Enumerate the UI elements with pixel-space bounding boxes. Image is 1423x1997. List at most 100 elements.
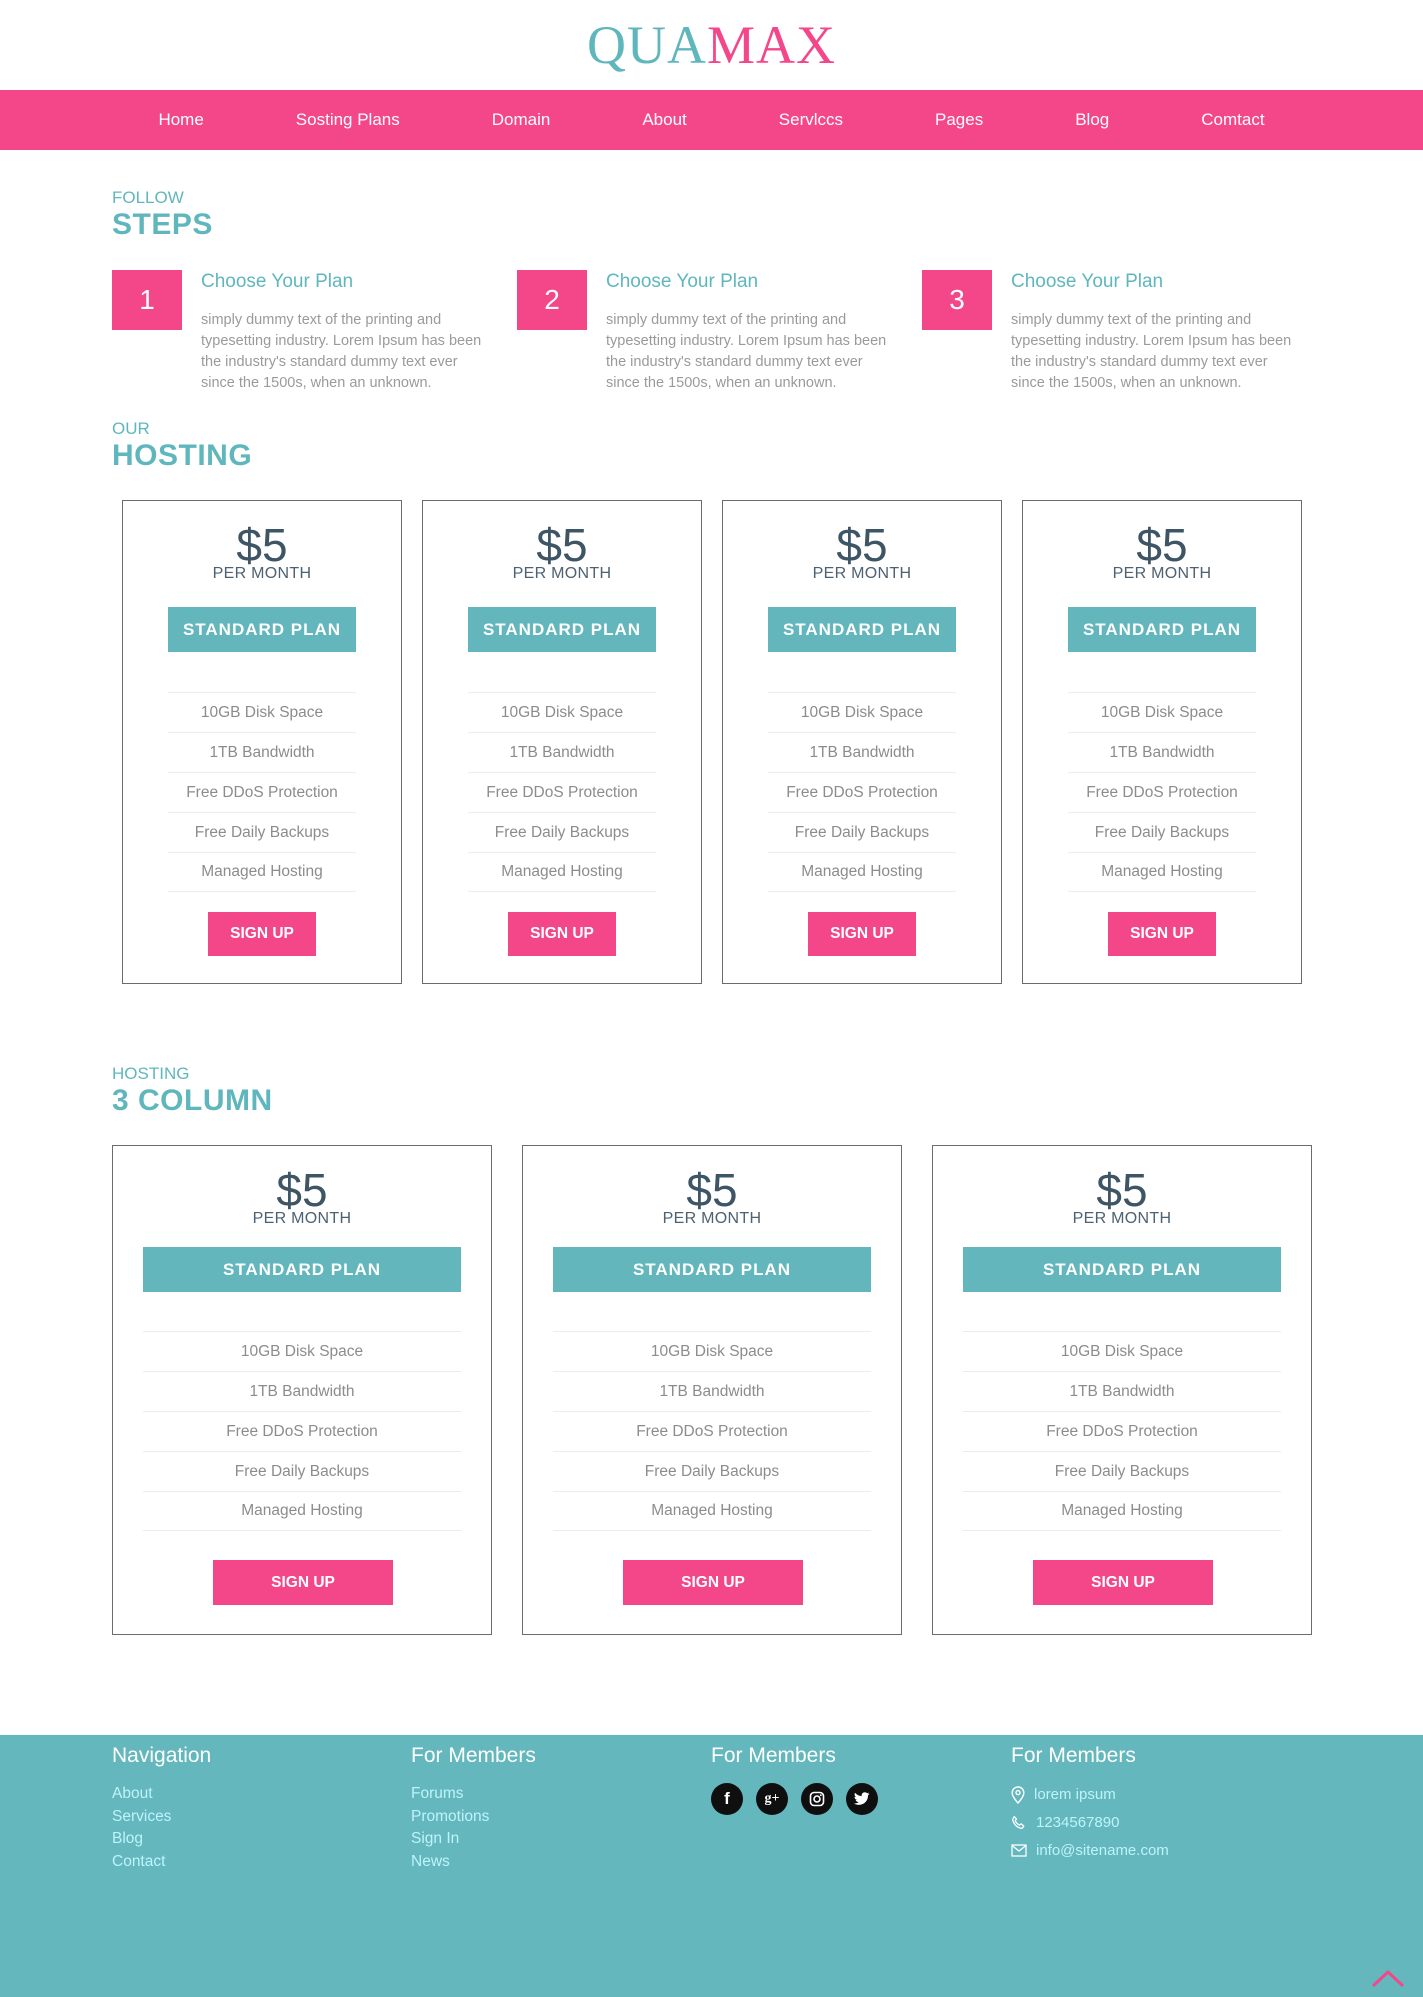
plan-period: PER MONTH: [812, 565, 912, 582]
feature-item: 10GB Disk Space: [143, 1331, 461, 1371]
footer-link-news[interactable]: News: [411, 1851, 536, 1874]
feature-item: 1TB Bandwidth: [963, 1371, 1281, 1411]
main-nav: Home Sosting Plans Domain About Servlccs…: [0, 90, 1423, 150]
twitter-icon[interactable]: [846, 1783, 878, 1815]
step-description: simply dummy text of the printing and ty…: [1011, 312, 1292, 391]
feature-item: Managed Hosting: [1068, 852, 1256, 892]
footer-link-services[interactable]: Services: [112, 1806, 211, 1829]
feature-item: 10GB Disk Space: [963, 1331, 1281, 1371]
nav-item-services[interactable]: Servlccs: [733, 110, 889, 130]
plan-period: PER MONTH: [512, 565, 612, 582]
sign-up-button[interactable]: SIGN UP: [1033, 1560, 1213, 1605]
feature-item: Free Daily Backups: [1068, 812, 1256, 852]
contact-phone-text: 1234567890: [1036, 1814, 1120, 1831]
contact-email-text[interactable]: info@sitename.com: [1036, 1842, 1169, 1859]
scroll-to-top-icon[interactable]: [1371, 1967, 1405, 1989]
step-number-badge: 1: [112, 270, 182, 330]
hosting-title: HOSTING: [112, 439, 253, 472]
feature-list: 10GB Disk Space 1TB Bandwidth Free DDoS …: [553, 1331, 871, 1531]
plan-name-button[interactable]: STANDARD PLAN: [143, 1247, 461, 1292]
feature-item: Free DDoS Protection: [768, 772, 956, 812]
contact-address-text: lorem ipsum: [1034, 1786, 1116, 1803]
nav-item-hosting-plans[interactable]: Sosting Plans: [250, 110, 446, 130]
plan-price: $5: [536, 519, 588, 571]
step-number-badge: 3: [922, 270, 992, 330]
feature-item: Managed Hosting: [143, 1491, 461, 1531]
logo-text-teal: QUA: [586, 15, 707, 75]
instagram-icon[interactable]: [801, 1783, 833, 1815]
sign-up-button[interactable]: SIGN UP: [508, 912, 616, 956]
nav-item-blog[interactable]: Blog: [1029, 110, 1155, 130]
sign-up-button[interactable]: SIGN UP: [623, 1560, 803, 1605]
map-pin-icon: [1011, 1785, 1025, 1804]
feature-item: Free Daily Backups: [468, 812, 656, 852]
google-plus-icon[interactable]: g+: [756, 1783, 788, 1815]
plan-name-button[interactable]: STANDARD PLAN: [168, 607, 356, 652]
plan-period: PER MONTH: [1112, 565, 1212, 582]
feature-item: 1TB Bandwidth: [1068, 732, 1256, 772]
feature-list: 10GB Disk Space 1TB Bandwidth Free DDoS …: [768, 692, 956, 892]
feature-item: Free DDoS Protection: [1068, 772, 1256, 812]
plan-price: $5: [1096, 1164, 1148, 1216]
nav-item-about[interactable]: About: [596, 110, 732, 130]
steps-title: STEPS: [112, 208, 213, 241]
feature-item: Managed Hosting: [468, 852, 656, 892]
footer-link-contact[interactable]: Contact: [112, 1851, 211, 1874]
plan-period: PER MONTH: [662, 1210, 762, 1227]
feature-item: 1TB Bandwidth: [143, 1371, 461, 1411]
logo-text-pink: MAX: [706, 15, 836, 75]
feature-item: Free DDoS Protection: [963, 1411, 1281, 1451]
nav-item-domain[interactable]: Domain: [446, 110, 597, 130]
pricing-card: $5 PER MONTH STANDARD PLAN 10GB Disk Spa…: [122, 500, 402, 984]
plan-name-button[interactable]: STANDARD PLAN: [768, 607, 956, 652]
feature-item: 1TB Bandwidth: [553, 1371, 871, 1411]
plan-price: $5: [836, 519, 888, 571]
phone-icon: [1011, 1815, 1025, 1829]
pricing-card: $5 PER MONTH STANDARD PLAN 10GB Disk Spa…: [932, 1145, 1312, 1635]
footer-social-column: For Members f g+: [711, 1735, 878, 1815]
footer-navigation-column: Navigation About Services Blog Contact: [112, 1735, 211, 1873]
site-logo[interactable]: QUAMAX: [587, 18, 836, 72]
three-column-subtitle: HOSTING: [112, 1064, 190, 1083]
step-number-badge: 2: [517, 270, 587, 330]
plan-name-button[interactable]: STANDARD PLAN: [468, 607, 656, 652]
feature-item: 10GB Disk Space: [168, 692, 356, 732]
footer-link-about[interactable]: About: [112, 1783, 211, 1806]
footer-contact-column: For Members lorem ipsum 1234567890 info@…: [1011, 1735, 1169, 1862]
sign-up-button[interactable]: SIGN UP: [208, 912, 316, 956]
steps-subtitle: FOLLOW: [112, 188, 184, 207]
hosting-heading: OUR HOSTING: [112, 419, 252, 473]
sign-up-button[interactable]: SIGN UP: [213, 1560, 393, 1605]
nav-item-home[interactable]: Home: [112, 110, 249, 130]
pricing-card: $5 PER MONTH STANDARD PLAN 10GB Disk Spa…: [1022, 500, 1302, 984]
sign-up-button[interactable]: SIGN UP: [1108, 912, 1216, 956]
site-header: QUAMAX Home Sosting Plans Domain About S…: [0, 0, 1423, 150]
step-title: Choose Your Plan: [201, 271, 354, 292]
nav-item-pages[interactable]: Pages: [889, 110, 1029, 130]
plan-name-button[interactable]: STANDARD PLAN: [963, 1247, 1281, 1292]
plan-period: PER MONTH: [1072, 1210, 1172, 1227]
footer-link-promotions[interactable]: Promotions: [411, 1806, 536, 1829]
footer-column-title: For Members: [1011, 1744, 1136, 1767]
feature-item: Free DDoS Protection: [553, 1411, 871, 1451]
plan-name-button[interactable]: STANDARD PLAN: [1068, 607, 1256, 652]
plan-period: PER MONTH: [252, 1210, 352, 1227]
footer-link-blog[interactable]: Blog: [112, 1828, 211, 1851]
three-column-heading: HOSTING 3 COLUMN: [112, 1064, 273, 1118]
plan-period: PER MONTH: [212, 565, 312, 582]
three-column-title: 3 COLUMN: [112, 1084, 273, 1117]
pricing-card: $5 PER MONTH STANDARD PLAN 10GB Disk Spa…: [422, 500, 702, 984]
plan-name-button[interactable]: STANDARD PLAN: [553, 1247, 871, 1292]
feature-list: 10GB Disk Space 1TB Bandwidth Free DDoS …: [1068, 692, 1256, 892]
sign-up-button[interactable]: SIGN UP: [808, 912, 916, 956]
site-footer: Navigation About Services Blog Contact F…: [0, 1735, 1423, 1997]
contact-address: lorem ipsum: [1011, 1783, 1169, 1806]
footer-link-forums[interactable]: Forums: [411, 1783, 536, 1806]
step-title: Choose Your Plan: [1011, 271, 1164, 292]
nav-item-contact[interactable]: Comtact: [1155, 110, 1310, 130]
steps-heading: FOLLOW STEPS: [112, 188, 213, 242]
facebook-icon[interactable]: f: [711, 1783, 743, 1815]
footer-link-sign-in[interactable]: Sign In: [411, 1828, 536, 1851]
feature-item: Free DDoS Protection: [468, 772, 656, 812]
steps-list: 1 Choose Your Plan simply dummy text of …: [112, 270, 1312, 400]
